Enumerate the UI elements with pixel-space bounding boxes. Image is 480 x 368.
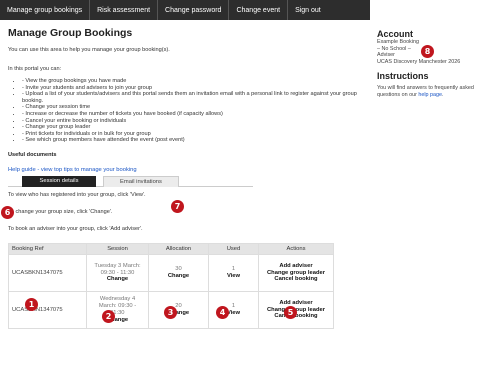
instructions-heading: Instructions [377,71,429,82]
allocation-value: 30 [175,266,182,273]
list-item: - Print tickets for individuals or in bu… [22,131,364,138]
annotation-marker-1: 1 [25,298,38,311]
annotation-marker-8: 8 [421,45,434,58]
session-date: Tuesday 3 March: [94,262,141,269]
info-line-adviser: To book an adviser into your group, clic… [8,225,143,232]
col-used: Used [208,242,259,255]
nav-sign-out[interactable]: Sign out [288,0,328,20]
account-sidebar: Account Example Booking – No School – Ad… [377,24,477,99]
main-content: Manage Group Bookings You can use this a… [8,24,364,329]
intro-text: You can use this area to help you manage… [8,47,170,53]
nav-change-event[interactable]: Change event [229,0,289,20]
change-group-leader-button[interactable]: Change group leader [260,270,332,277]
list-item: - View the group bookings you have made [22,78,364,85]
tab-email-invitations[interactable]: Email invitations [103,175,179,187]
list-item: - See which group members have attended … [22,137,364,144]
list-item: - Increase or decrease the number of tic… [22,111,364,118]
used-value: 1 [231,266,236,273]
col-booking-ref: Booking Ref [8,242,87,255]
annotation-marker-6: 6 [1,206,14,219]
session-time-end: 11:30 [110,309,125,316]
info-line-change: To change your group size, click 'Change… [8,208,113,215]
annotation-marker-3: 3 [164,306,177,319]
top-nav: Manage group bookings Risk assessment Ch… [0,0,370,20]
list-item: - Upload a list of your students/adviser… [22,91,364,104]
list-item: - Change your group leader [22,124,364,131]
table-header-row: Booking Ref Session Allocation Used Acti… [8,242,334,255]
session-instructions: To view who has registered into your gro… [8,192,364,233]
session-cell: Wednesday 4 March: 09:30 - 11:30 Change [86,290,149,329]
actions-cell: Add adviser Change group leader Cancel b… [258,253,334,292]
allocation-value: 20 [175,303,182,310]
change-session-button[interactable]: Change [88,317,147,324]
annotation-marker-5: 5 [284,306,297,319]
page-title: Manage Group Bookings [8,27,133,39]
table-row: UCASBKN1347075 Tuesday 3 March: 09:30 - … [8,253,334,292]
info-line-view: To view who has registered into your gro… [8,191,146,198]
annotation-marker-4: 4 [216,306,229,319]
list-item: - Cancel your entire booking or individu… [22,118,364,125]
change-allocation-button[interactable]: Change [150,273,207,280]
instructions-text: You will find answers to frequently aske… [377,85,477,98]
nav-manage-group-bookings[interactable]: Manage group bookings [0,0,91,20]
account-event: UCAS Discovery Manchester 2026 [377,58,461,65]
useful-documents-heading: Useful documents [8,151,57,158]
col-actions: Actions [258,242,334,255]
help-guide-link[interactable]: Help guide - view top tips to manage you… [8,167,364,173]
booking-ref: UCASBKN1347075 [8,290,87,329]
session-time: March: 09:30 - [98,303,137,310]
session-date: Wednesday 4 [99,296,136,303]
list-item: - Change your session time [22,104,364,111]
change-allocation-button[interactable]: Change [150,310,207,317]
nav-risk-assessment[interactable]: Risk assessment [90,0,159,20]
col-session: Session [86,242,149,255]
annotation-marker-7: 7 [171,200,184,213]
add-adviser-button[interactable]: Add adviser [260,300,332,307]
annotation-marker-2: 2 [102,310,115,323]
tab-session-details[interactable]: Session details [22,175,96,187]
portal-intro: In this portal you can: [8,66,62,72]
feature-list: - View the group bookings you have made … [22,78,364,144]
allocation-cell: 20 Change [148,290,209,329]
session-cell: Tuesday 3 March: 09:30 - 11:30 Change [86,253,149,292]
allocation-cell: 30 Change [148,253,209,292]
change-session-button[interactable]: Change [88,276,147,283]
nav-change-password[interactable]: Change password [158,0,230,20]
view-members-button[interactable]: View [210,273,257,280]
booking-ref: UCASBKN1347075 [8,253,87,292]
session-time: 09:30 - 11:30 [100,269,135,276]
list-item: - Invite your students and advisers to j… [22,85,364,92]
col-allocation: Allocation [148,242,209,255]
account-heading: Account [377,29,413,39]
add-adviser-button[interactable]: Add adviser [260,263,332,270]
tab-bar: Session details Email invitations [8,175,253,187]
help-page-link[interactable]: help page [418,92,442,98]
cancel-booking-button[interactable]: Cancel booking [260,276,332,283]
instructions-period: . [442,91,444,98]
used-cell: 1 View [208,253,259,292]
